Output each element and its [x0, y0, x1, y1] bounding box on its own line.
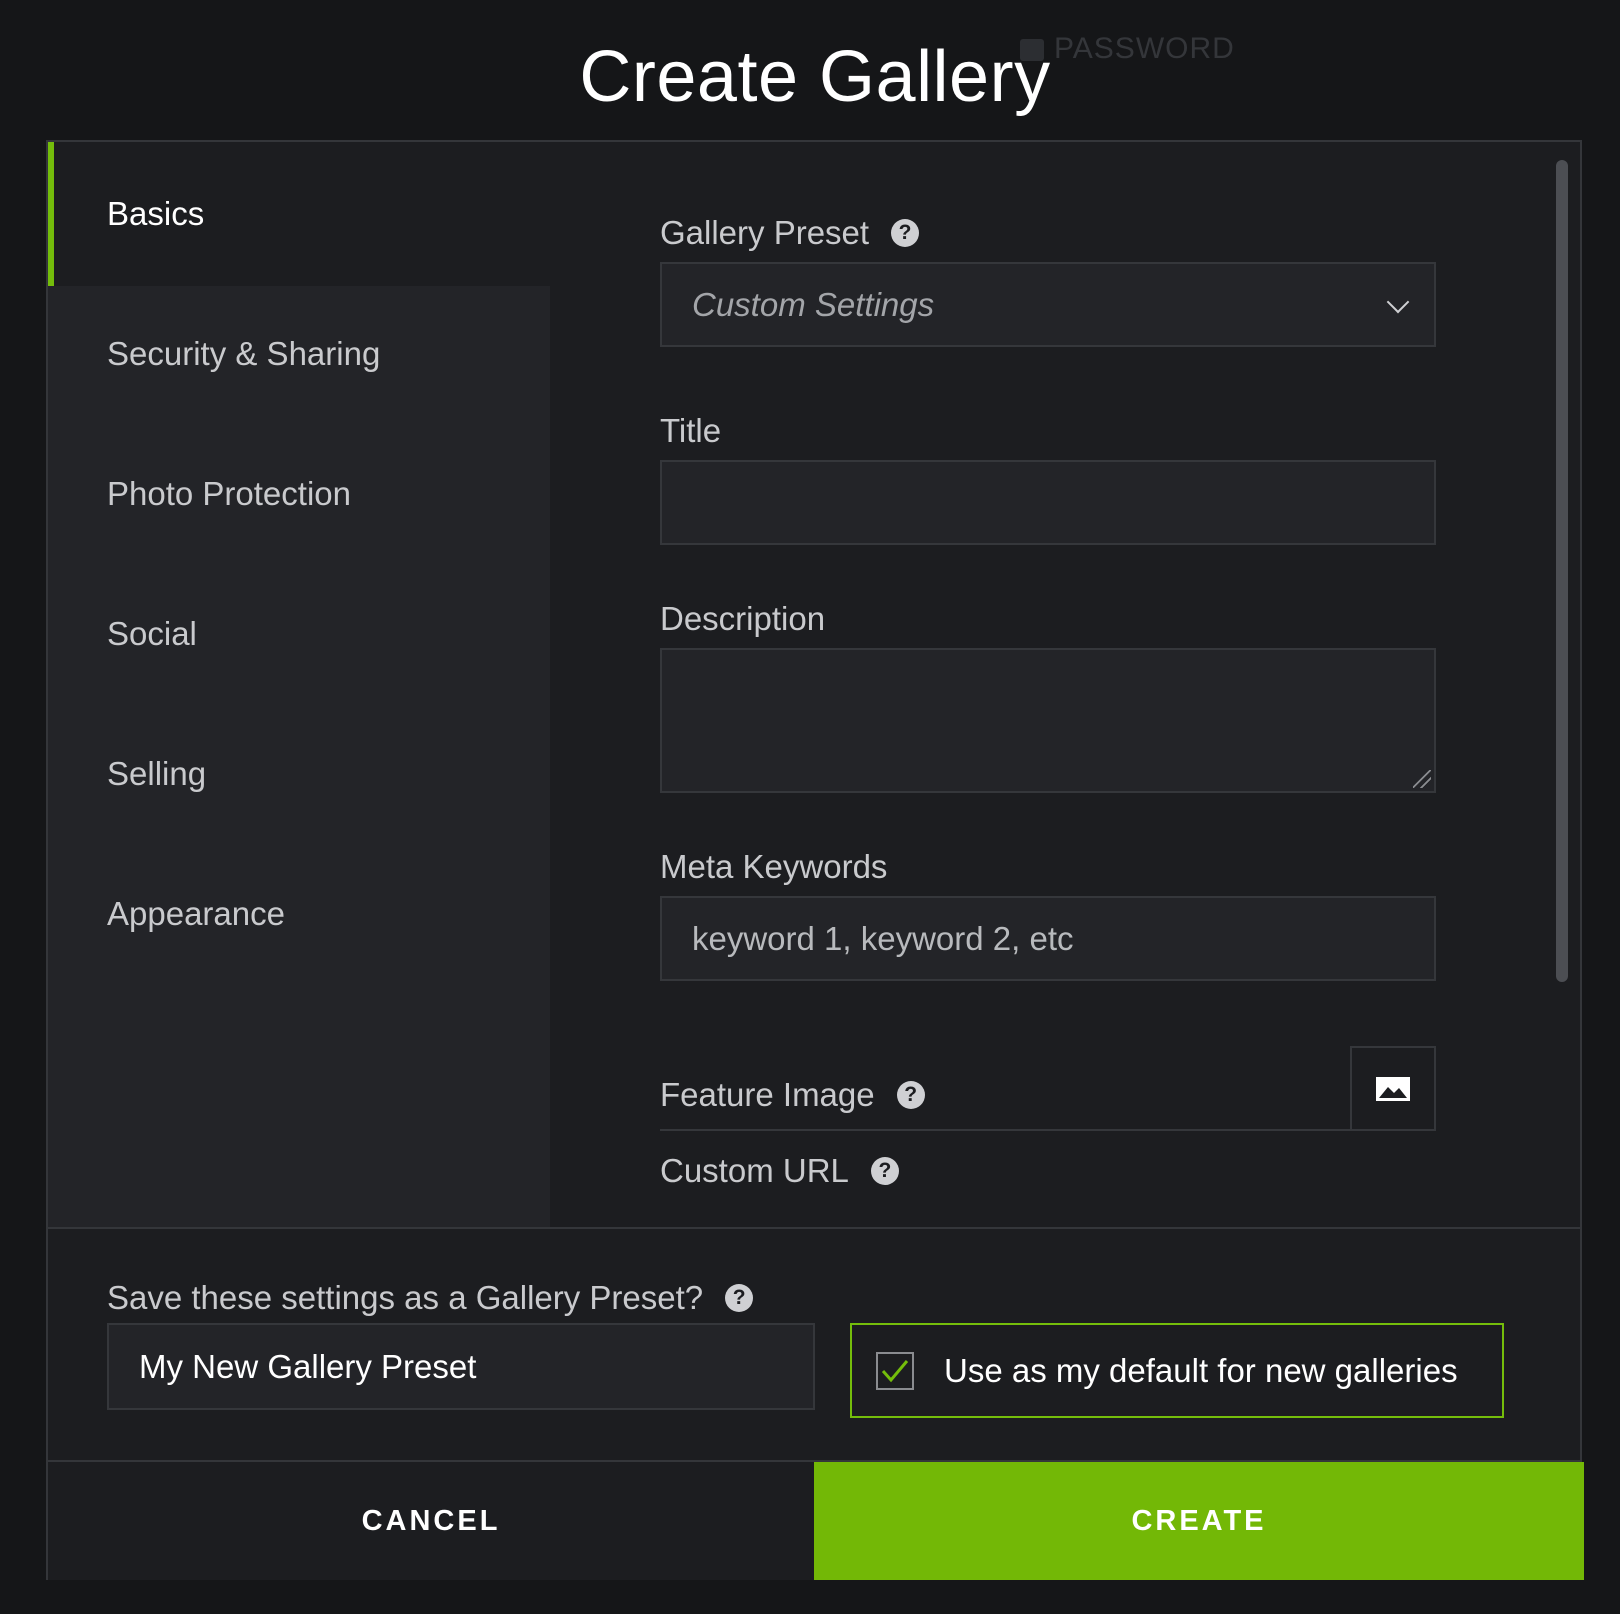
- preset-name-input[interactable]: My New Gallery Preset: [107, 1323, 815, 1410]
- scrollbar-thumb[interactable]: [1556, 160, 1568, 982]
- sidebar-item-security-sharing[interactable]: Security & Sharing: [48, 282, 550, 426]
- feature-image-row: Feature Image ?: [660, 1046, 1436, 1131]
- resize-handle-icon[interactable]: [1413, 770, 1431, 788]
- gallery-preset-label: Gallery Preset ?: [660, 214, 920, 252]
- sidebar-item-label: Basics: [107, 195, 205, 232]
- feature-image-label: Feature Image ?: [660, 1076, 925, 1114]
- sidebar-item-photo-protection[interactable]: Photo Protection: [48, 422, 550, 566]
- sidebar-item-label: Appearance: [107, 895, 285, 932]
- title-label: Title: [660, 412, 722, 449]
- help-icon[interactable]: ?: [891, 219, 920, 247]
- default-checkbox[interactable]: [876, 1351, 914, 1390]
- save-preset-label-text: Save these settings as a Gallery Preset?: [107, 1279, 704, 1316]
- help-icon[interactable]: ?: [870, 1157, 899, 1185]
- title-input[interactable]: [660, 460, 1436, 545]
- gallery-preset-label-text: Gallery Preset: [660, 214, 870, 251]
- help-icon[interactable]: ?: [896, 1081, 925, 1109]
- settings-sidebar: Basics Security & Sharing Photo Protecti…: [48, 142, 550, 1227]
- gallery-preset-select[interactable]: Custom Settings: [660, 262, 1436, 347]
- meta-keywords-input[interactable]: keyword 1, keyword 2, etc: [660, 896, 1436, 981]
- feature-image-label-text: Feature Image: [660, 1076, 875, 1113]
- description-label: Description: [660, 600, 826, 637]
- cancel-button[interactable]: CANCEL: [48, 1462, 814, 1580]
- create-gallery-modal: Basics Security & Sharing Photo Protecti…: [46, 140, 1584, 1580]
- sidebar-item-label: Photo Protection: [107, 475, 351, 512]
- help-icon[interactable]: ?: [725, 1284, 754, 1312]
- gallery-preset-value: Custom Settings: [692, 285, 935, 323]
- sidebar-item-basics[interactable]: Basics: [48, 142, 550, 286]
- sidebar-item-selling[interactable]: Selling: [48, 702, 550, 846]
- modal-body: Basics Security & Sharing Photo Protecti…: [48, 142, 1580, 1227]
- default-galleries-toggle[interactable]: Use as my default for new galleries: [850, 1323, 1504, 1418]
- custom-url-label: Custom URL ?: [660, 1152, 899, 1190]
- sidebar-item-label: Security & Sharing: [107, 335, 381, 372]
- feature-image-picker-button[interactable]: [1350, 1046, 1436, 1131]
- save-preset-label: Save these settings as a Gallery Preset?…: [107, 1279, 754, 1317]
- checkmark-icon: [881, 1359, 909, 1382]
- preset-name-value: My New Gallery Preset: [139, 1347, 477, 1385]
- sidebar-item-appearance[interactable]: Appearance: [48, 842, 550, 986]
- sidebar-item-social[interactable]: Social: [48, 562, 550, 706]
- custom-url-label-text: Custom URL: [660, 1152, 849, 1189]
- sidebar-item-label: Social: [107, 615, 197, 652]
- create-button[interactable]: CREATE: [814, 1462, 1584, 1580]
- image-icon: [1376, 1076, 1410, 1101]
- default-label: Use as my default for new galleries: [944, 1351, 1458, 1389]
- chevron-down-icon: [1386, 290, 1410, 314]
- sidebar-item-label: Selling: [107, 755, 207, 792]
- meta-keywords-label: Meta Keywords: [660, 848, 888, 885]
- page-title: Create Gallery: [579, 37, 1051, 117]
- meta-keywords-placeholder: keyword 1, keyword 2, etc: [692, 919, 1074, 957]
- action-buttons: CANCEL CREATE: [48, 1460, 1584, 1580]
- preset-save-section: Save these settings as a Gallery Preset?…: [48, 1227, 1580, 1460]
- description-textarea[interactable]: [660, 648, 1436, 793]
